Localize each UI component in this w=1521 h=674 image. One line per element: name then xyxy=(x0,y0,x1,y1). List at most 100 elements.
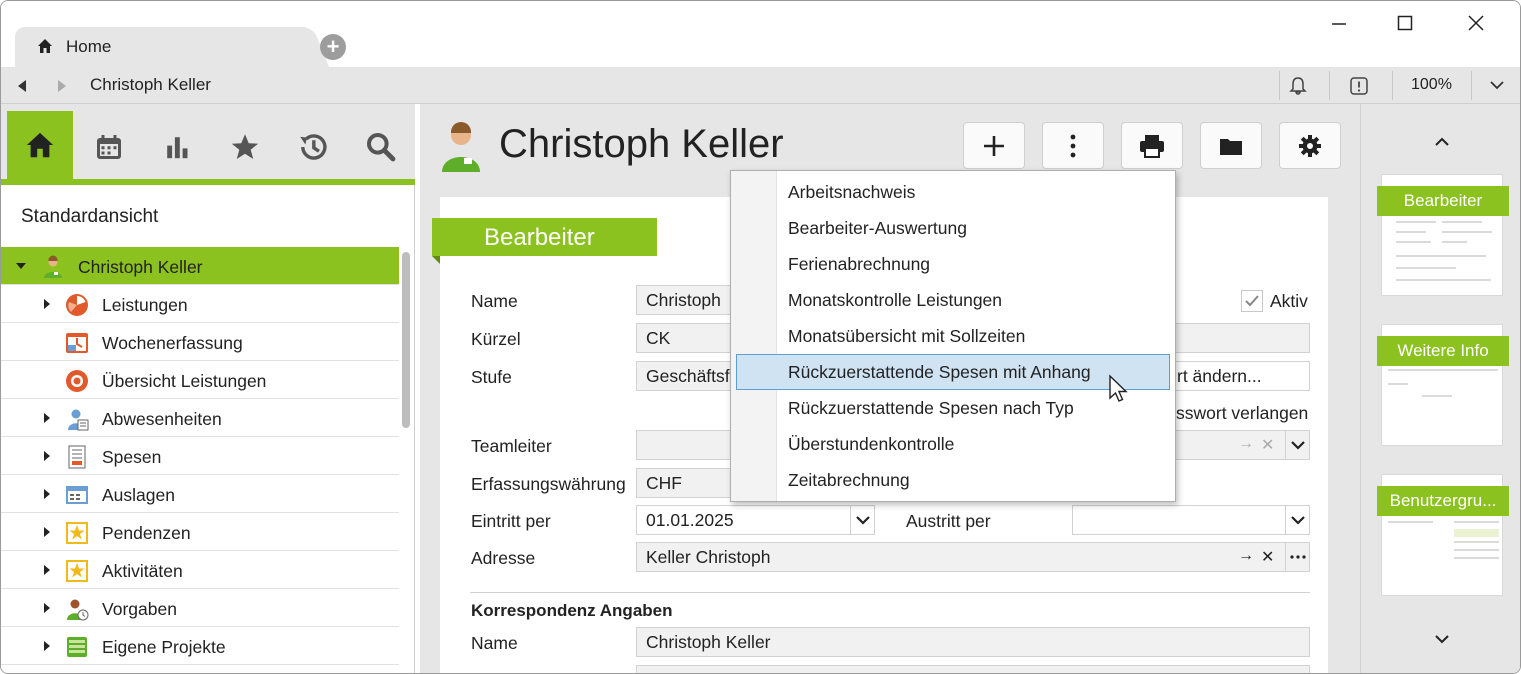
menu-item-ueberstundenkontrolle[interactable]: Überstundenkontrolle xyxy=(731,426,1175,462)
password-request-label[interactable]: sswort verlangen xyxy=(1176,403,1308,424)
tree-item-eigene-projekte[interactable]: Eigene Projekte xyxy=(1,627,399,665)
close-button[interactable] xyxy=(1453,11,1499,37)
menu-item-label: Zeitabrechnung xyxy=(788,470,910,490)
teamleiter-label: Teamleiter xyxy=(471,436,552,456)
adresse-input[interactable]: Keller Christoph xyxy=(636,542,1310,572)
tree-item-auslagen[interactable]: Auslagen xyxy=(1,475,399,513)
caret-right-icon[interactable] xyxy=(41,640,53,652)
eintritt-dropdown[interactable] xyxy=(850,506,874,534)
more-options-button[interactable] xyxy=(1042,122,1104,169)
caret-down-icon[interactable] xyxy=(15,260,27,272)
caret-right-icon[interactable] xyxy=(41,450,53,462)
mouse-cursor-icon xyxy=(1109,374,1128,402)
kebab-menu-icon xyxy=(1070,134,1076,157)
chevron-down-icon xyxy=(1290,441,1305,450)
caret-right-icon[interactable] xyxy=(41,412,53,424)
settings-button[interactable] xyxy=(1279,122,1341,169)
maximize-button[interactable] xyxy=(1382,11,1428,37)
korrespondenz-title: Korrespondenz Angaben xyxy=(471,601,673,620)
person-icon xyxy=(442,122,480,172)
korr-name-input[interactable]: Christoph Keller xyxy=(636,627,1310,657)
sidebar: Standardansicht Christoph Keller Leistun… xyxy=(1,104,415,673)
tree-item-label: Abwesenheiten xyxy=(102,409,222,429)
korr-next-input[interactable] xyxy=(636,665,1310,673)
sidebar-home-button[interactable] xyxy=(7,111,73,179)
chevron-down-icon[interactable] xyxy=(1488,76,1506,94)
divider xyxy=(1471,71,1472,100)
austritt-dropdown[interactable] xyxy=(1285,506,1309,534)
gear-icon xyxy=(1299,134,1321,157)
print-button[interactable] xyxy=(1121,122,1183,169)
sidebar-calendar-button[interactable] xyxy=(76,114,142,179)
caret-right-icon[interactable] xyxy=(41,602,53,614)
chevron-down-icon xyxy=(855,516,870,525)
sidebar-toolbar xyxy=(1,104,415,185)
menu-item-label: Überstundenkontrolle xyxy=(788,434,955,454)
plus-icon xyxy=(984,135,1004,156)
sidebar-search-button[interactable] xyxy=(348,114,414,179)
section-ribbon: Bearbeiter xyxy=(432,218,657,264)
caret-right-icon[interactable] xyxy=(41,298,53,310)
calendar-icon xyxy=(97,134,121,159)
zoom-level[interactable]: 100% xyxy=(1411,76,1452,94)
menu-item-bearbeiter-auswertung[interactable]: Bearbeiter-Auswertung xyxy=(731,210,1175,246)
kuerzel-extra-field xyxy=(1160,323,1310,353)
new-tab-plus-icon[interactable]: + xyxy=(320,34,346,60)
tree-item-uebersicht-leistungen[interactable]: Übersicht Leistungen xyxy=(1,361,399,399)
teamleiter-dropdown[interactable] xyxy=(1285,431,1309,459)
menu-item-monatskontrolle-leistungen[interactable]: Monatskontrolle Leistungen xyxy=(731,282,1175,318)
tab-home[interactable]: Home xyxy=(15,27,305,67)
minimize-button[interactable] xyxy=(1316,11,1362,37)
menu-item-arbeitsnachweis[interactable]: Arbeitsnachweis xyxy=(731,174,1175,210)
check-icon xyxy=(1245,295,1259,307)
arrow-right-icon[interactable]: → xyxy=(1238,435,1254,453)
sidebar-history-button[interactable] xyxy=(280,114,346,179)
adresse-more-button[interactable] xyxy=(1285,543,1309,571)
menu-item-label: Monatskontrolle Leistungen xyxy=(788,290,1003,310)
eintritt-input[interactable]: 01.01.2025 xyxy=(636,505,875,535)
tab-label: Home xyxy=(66,37,112,56)
sidebar-scrollbar[interactable] xyxy=(402,252,410,428)
bell-icon[interactable] xyxy=(1287,75,1309,97)
tree-item-label: Auslagen xyxy=(102,485,175,505)
menu-item-label: Rückzuerstattende Spesen nach Typ xyxy=(788,398,1074,418)
tree-item-wochenerfassung[interactable]: Wochenerfassung xyxy=(1,323,399,361)
back-arrow-icon[interactable] xyxy=(13,77,31,95)
clear-icon[interactable]: ✕ xyxy=(1261,435,1274,455)
menu-item-label: Arbeitsnachweis xyxy=(788,182,916,202)
tree-item-vorgaben[interactable]: Vorgaben xyxy=(1,589,399,627)
tree-item-abwesenheiten[interactable]: Abwesenheiten xyxy=(1,399,399,437)
sidebar-favorites-button[interactable] xyxy=(212,114,278,179)
tree-item-leistungen[interactable]: Leistungen xyxy=(1,285,399,323)
folder-button[interactable] xyxy=(1200,122,1262,169)
menu-item-ferienabrechnung[interactable]: Ferienabrechnung xyxy=(731,246,1175,282)
tree-item-pendenzen[interactable]: Pendenzen xyxy=(1,513,399,551)
password-change-button[interactable]: rt ändern... xyxy=(1160,361,1310,391)
menu-item-monatsuebersicht-sollzeiten[interactable]: Monatsübersicht mit Sollzeiten xyxy=(731,318,1175,354)
tree-item-label: Pendenzen xyxy=(102,523,191,543)
forward-arrow-icon[interactable] xyxy=(53,77,71,95)
tree-item-spesen[interactable]: Spesen xyxy=(1,437,399,475)
caret-right-icon[interactable] xyxy=(41,564,53,576)
caret-right-icon[interactable] xyxy=(41,526,53,538)
right-panel: Bearbeiter Weitere Info Benutzergru... xyxy=(1360,104,1520,673)
chevron-down-icon[interactable] xyxy=(1431,631,1453,647)
caret-right-icon[interactable] xyxy=(41,488,53,500)
menu-item-zeitabrechnung[interactable]: Zeitabrechnung xyxy=(731,462,1175,498)
tree-item-aktivitaeten[interactable]: Aktivitäten xyxy=(1,551,399,589)
tree-item-label: Spesen xyxy=(102,447,162,467)
menu-item-label: Ferienabrechnung xyxy=(788,254,931,274)
aktiv-checkbox[interactable] xyxy=(1241,290,1263,312)
expenses-icon xyxy=(66,486,88,504)
person-icon xyxy=(44,255,62,278)
alert-icon[interactable] xyxy=(1348,75,1370,97)
sidebar-stats-button[interactable] xyxy=(144,114,210,179)
chevron-up-icon[interactable] xyxy=(1431,134,1453,150)
add-button[interactable] xyxy=(963,122,1025,169)
address-bar: Christoph Keller 100% xyxy=(1,67,1520,104)
arrow-right-icon[interactable]: → xyxy=(1238,547,1254,565)
clear-icon[interactable]: ✕ xyxy=(1261,547,1274,567)
menu-item-spesen-mit-anhang[interactable]: Rückzuerstattende Spesen mit Anhang xyxy=(736,354,1170,390)
austritt-input[interactable] xyxy=(1072,505,1310,535)
tree-item-christoph-keller[interactable]: Christoph Keller xyxy=(1,247,399,285)
